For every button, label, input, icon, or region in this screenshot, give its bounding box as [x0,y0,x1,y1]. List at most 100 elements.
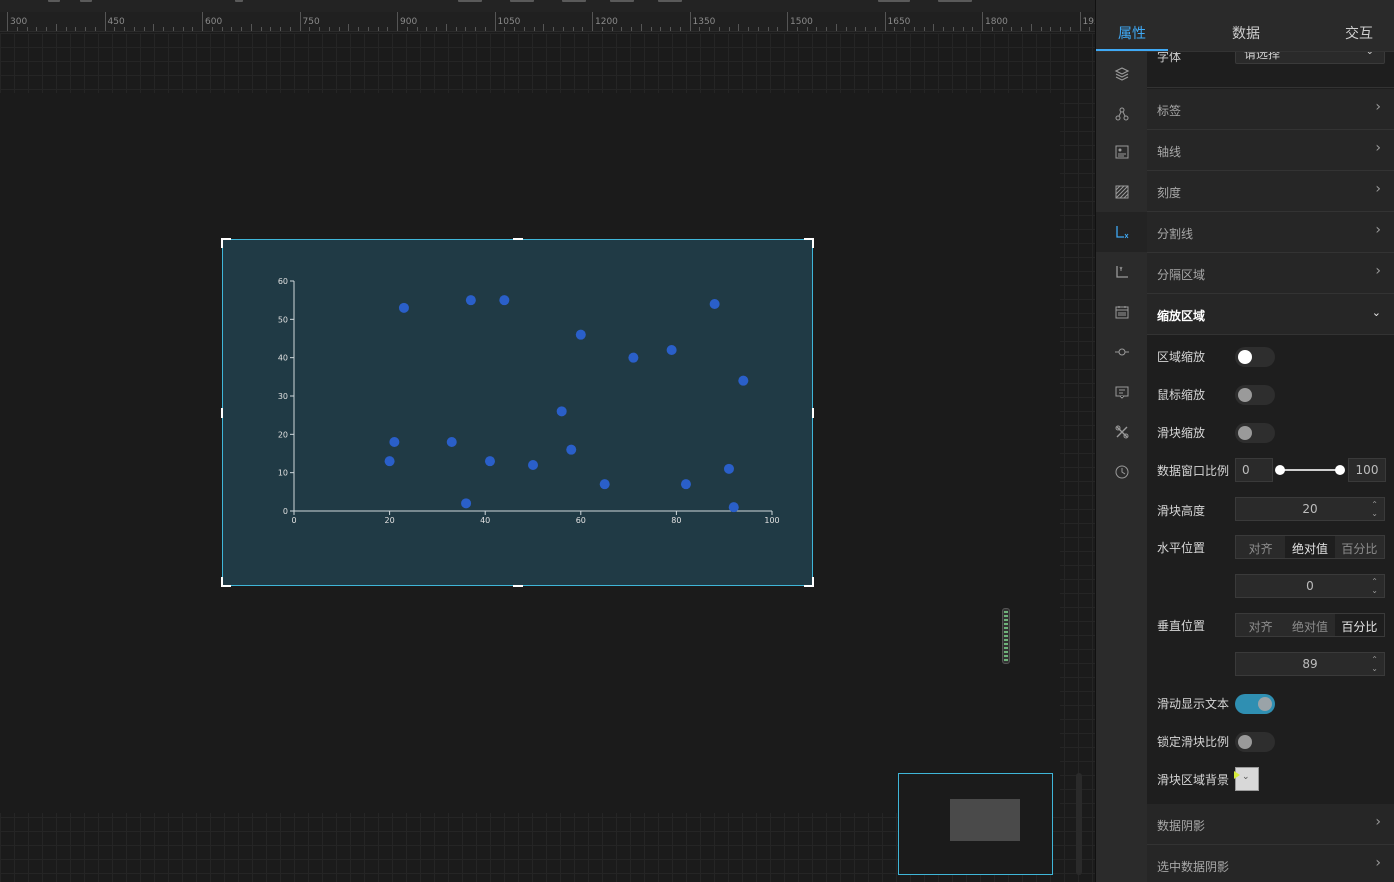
ruler-label: 300 [10,17,28,27]
section-selected-data-shadow[interactable]: 选中数据阴影 › [1147,845,1394,882]
section-axis-line[interactable]: 轴线 › [1147,130,1394,171]
ruler-tick [855,27,857,31]
window-start-input[interactable]: 0 [1235,458,1273,482]
area-zoom-toggle[interactable] [1235,347,1275,367]
font-select[interactable]: 请选择 ⌄ [1235,52,1385,64]
h-position-stepper[interactable]: 0 ⌃ ⌄ [1235,574,1385,598]
ruler-tick [241,27,242,31]
ruler-tick [46,27,47,31]
ruler-tick [36,27,38,31]
ruler-tick [143,27,145,31]
resize-handle-bottom-left[interactable] [221,577,231,587]
scatter-point [528,460,538,470]
window-start-handle[interactable] [1275,465,1285,475]
h-absolute-option[interactable]: 绝对值 [1285,536,1335,558]
ruler-tick [621,27,623,31]
resize-handle-top-left[interactable] [221,238,231,248]
section-data-shadow[interactable]: 数据阴影 › [1147,804,1394,845]
section-split-area[interactable]: 分隔区域 › [1147,253,1394,294]
mouse-cursor-icon [1234,771,1240,779]
toolbar-item[interactable] [458,0,482,2]
canvas-minimap[interactable] [898,773,1053,875]
ruler-tick [689,12,691,31]
tooltip-icon[interactable] [1096,372,1147,412]
stepper-up-icon[interactable]: ⌃ [1371,656,1378,664]
tab-interaction[interactable]: 交互 [1345,23,1373,43]
layers-icon[interactable] [1096,54,1147,94]
tools-icon[interactable] [1096,412,1147,452]
toolbar-item[interactable] [510,0,534,2]
stepper-down-icon[interactable]: ⌄ [1371,665,1378,673]
v-position-stepper[interactable]: 89 ⌃ ⌄ [1235,652,1385,676]
editor-app: 300 450 600 750 900 1050 1200 1350 1500 1650 1800 1… [0,0,1394,882]
ruler-tick [455,27,457,31]
stepper-up-icon[interactable]: ⌃ [1371,578,1378,586]
slider-zoom-toggle[interactable] [1235,423,1275,443]
resize-handle-top-right[interactable] [804,238,814,248]
y-tick-label: 30 [278,392,288,401]
ruler-tick [1069,27,1071,31]
toolbar-item[interactable] [562,0,586,2]
section-split-line[interactable]: 分割线 › [1147,212,1394,253]
calendar-icon[interactable] [1096,292,1147,332]
h-percent-option[interactable]: 百分比 [1334,536,1384,558]
nodes-icon[interactable] [1096,94,1147,134]
slider-zoom-label: 滑块缩放 [1157,426,1206,440]
stepper-down-icon[interactable]: ⌄ [1371,587,1378,595]
toolbar-item[interactable] [878,0,910,2]
ruler-tick [1079,12,1081,31]
section-label[interactable]: 标签 › [1147,89,1394,130]
y-axis-icon[interactable] [1096,252,1147,292]
line-node-icon[interactable] [1096,332,1147,372]
resize-handle-right[interactable] [812,408,814,418]
v-percent-option[interactable]: 百分比 [1334,614,1384,636]
tab-data[interactable]: 数据 [1232,23,1260,43]
window-range-slider[interactable] [1280,469,1340,471]
resize-handle-bottom-right[interactable] [804,577,814,587]
x-tick-label: 20 [385,516,395,525]
scatter-point [465,295,476,306]
minimap-scrollbar[interactable] [1076,773,1082,875]
slider-height-stepper[interactable]: 20 ⌃ ⌄ [1235,497,1385,521]
ruler-tick [767,27,769,31]
scatter-chart-widget[interactable]: 0 10 20 30 40 50 60 0 20 40 60 80 100 [221,238,814,587]
toolbar-icon[interactable] [235,0,243,2]
ruler-tick [26,27,28,31]
v-absolute-option[interactable]: 绝对值 [1285,614,1335,636]
resize-handle-left[interactable] [221,408,223,418]
mouse-zoom-toggle[interactable] [1235,385,1275,405]
v-align-option[interactable]: 对齐 [1236,614,1286,636]
resize-handle-top[interactable] [513,238,523,240]
settings-card-icon[interactable] [1096,132,1147,172]
ruler-label: 1050 [497,17,521,27]
toolbar-icon[interactable] [80,0,92,2]
mouse-zoom-label: 鼠标缩放 [1157,388,1206,402]
stepper-down-icon[interactable]: ⌄ [1371,510,1378,518]
area-zoom-label: 区域缩放 [1157,350,1206,364]
show-text-toggle[interactable] [1235,694,1275,714]
h-align-option[interactable]: 对齐 [1236,536,1286,558]
layer-scroll-indicator[interactable] [1002,608,1010,664]
clock-icon[interactable] [1096,452,1147,492]
tab-properties[interactable]: 属性 [1118,23,1146,43]
toolbar-item[interactable] [658,0,682,2]
pattern-icon[interactable] [1096,172,1147,212]
section-tick[interactable]: 刻度 › [1147,171,1394,212]
window-end-input[interactable]: 100 [1348,458,1386,482]
font-select-value: 请选择 [1244,52,1281,61]
ruler-tick [367,27,369,31]
window-end-handle[interactable] [1335,465,1345,475]
ruler-tick [94,27,96,31]
y-tick-label: 0 [283,507,288,516]
resize-handle-bottom[interactable] [513,585,523,587]
lock-ratio-toggle[interactable] [1235,732,1275,752]
ruler-tick [523,27,525,31]
stepper-up-icon[interactable]: ⌃ [1371,501,1378,509]
section-zoom-area[interactable]: 缩放区域 ⌄ [1147,294,1394,335]
toolbar-icon[interactable] [48,0,60,2]
design-canvas[interactable]: 0 10 20 30 40 50 60 0 20 40 60 80 100 [0,33,1095,882]
toolbar-item[interactable] [938,0,972,2]
x-axis-icon[interactable] [1096,212,1147,252]
section-title: 数据阴影 [1157,819,1206,833]
toolbar-item[interactable] [610,0,634,2]
